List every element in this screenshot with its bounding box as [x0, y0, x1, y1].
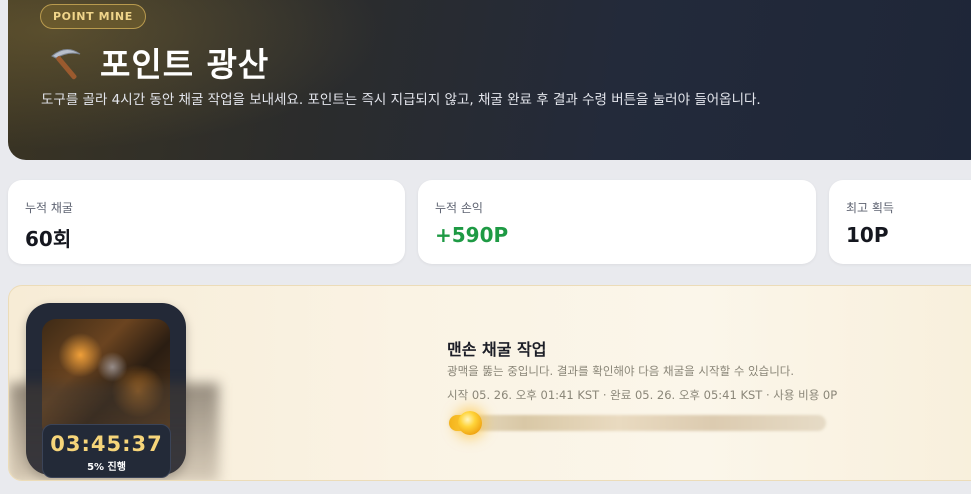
progress-percent: 5% 진행 — [87, 462, 126, 473]
hero-banner: POINT MINE 포인트 광산 도구를 골라 4시간 동안 채굴 작업을 보… — [8, 0, 971, 160]
stat-label: 누적 채굴 — [25, 201, 73, 215]
job-meta: 시작 05. 26. 오후 01:41 KST · 완료 05. 26. 오후 … — [447, 388, 838, 402]
stat-label: 최고 획득 — [846, 201, 894, 215]
stat-value: 10P — [846, 223, 889, 247]
page-title: 포인트 광산 — [100, 45, 270, 84]
stat-label: 누적 손익 — [435, 201, 483, 215]
stat-value: 60회 — [25, 227, 72, 251]
title-row: 포인트 광산 — [46, 38, 269, 86]
pickaxe-icon — [51, 49, 81, 80]
stat-card-max-gain: 최고 획득 10P — [829, 180, 971, 264]
job-title: 맨손 채굴 작업 — [447, 340, 547, 359]
mining-job-card: 03:45:37 5% 진행 맨손 채굴 작업 광맥을 뚫는 중입니다. 결과를… — [8, 285, 971, 481]
timer-box: 03:45:37 5% 진행 — [42, 424, 171, 478]
stat-value: +590P — [435, 223, 509, 247]
progress-knob — [458, 411, 482, 435]
job-subtitle: 광맥을 뚫는 중입니다. 결과를 확인해야 다음 채굴을 시작할 수 있습니다. — [447, 364, 795, 378]
progress-track — [449, 415, 826, 431]
countdown-timer: 03:45:37 — [50, 432, 163, 456]
page-description: 도구를 골라 4시간 동안 채굴 작업을 보내세요. 포인트는 즉시 지급되지 … — [41, 92, 761, 108]
stat-card-total-profit: 누적 손익 +590P — [418, 180, 816, 264]
point-mine-badge: POINT MINE — [40, 4, 146, 29]
stat-card-total-mining: 누적 채굴 60회 — [8, 180, 405, 264]
